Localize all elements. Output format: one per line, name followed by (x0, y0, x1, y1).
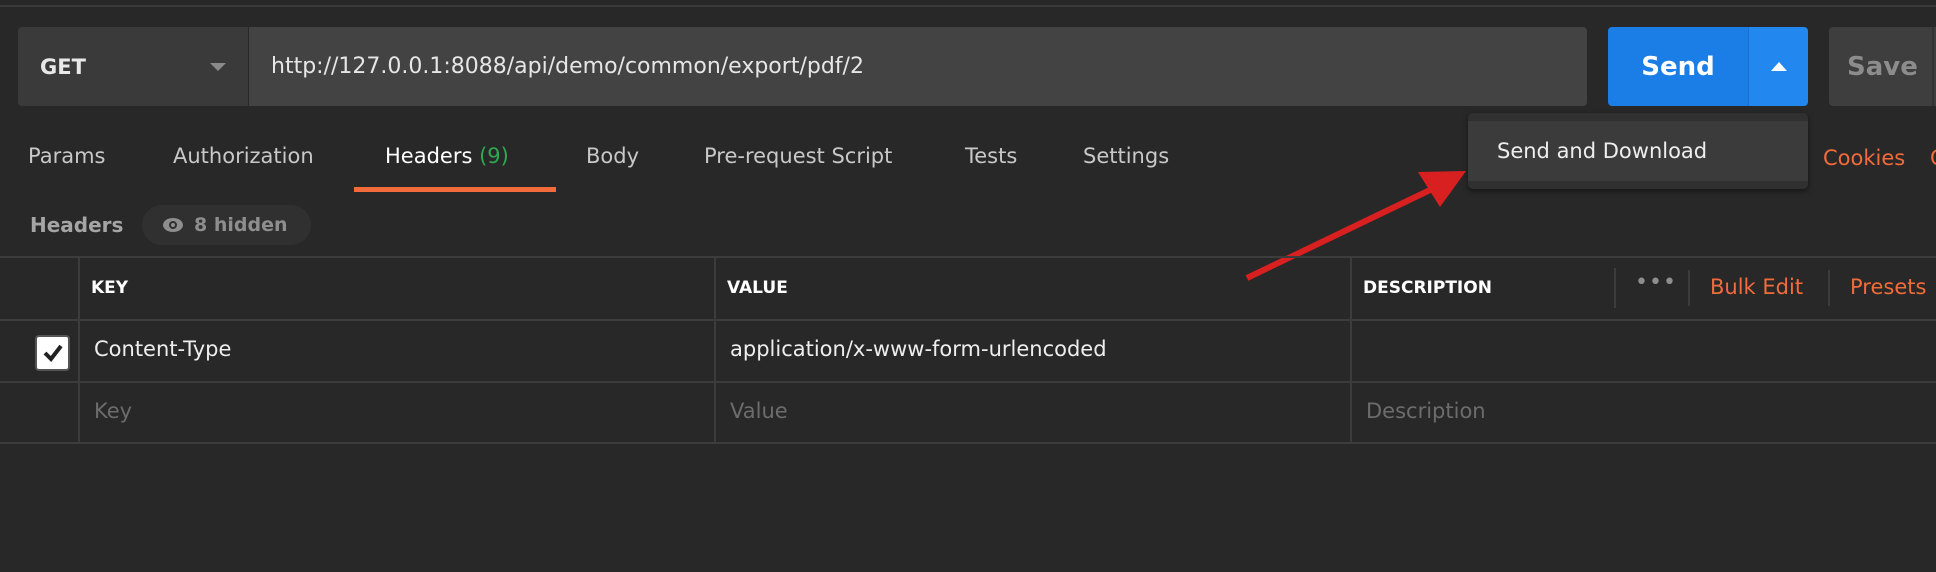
column-header-description: DESCRIPTION (1363, 278, 1492, 298)
col-divider (1350, 257, 1352, 443)
col-divider (714, 257, 716, 443)
col-divider (1828, 270, 1830, 306)
row-divider (0, 381, 1936, 383)
hidden-headers-toggle[interactable]: 8 hidden (142, 205, 311, 245)
col-divider (1688, 270, 1690, 306)
row-divider (0, 319, 1936, 321)
hidden-count: 8 hidden (194, 214, 288, 236)
presets-button[interactable]: Presets (1850, 275, 1926, 299)
eye-icon (163, 218, 183, 232)
header-key[interactable]: Content-Type (94, 337, 231, 361)
column-header-value: VALUE (727, 278, 788, 298)
new-description-input[interactable]: Description (1366, 399, 1486, 423)
table-top-border (0, 256, 1936, 258)
new-key-input[interactable]: Key (94, 399, 132, 423)
new-value-input[interactable]: Value (730, 399, 788, 423)
row-divider (0, 442, 1936, 444)
header-value[interactable]: application/x-www-form-urlencoded (730, 337, 1107, 361)
col-divider (1614, 268, 1616, 308)
row-checkbox[interactable] (35, 335, 70, 371)
col-divider (78, 257, 80, 443)
more-options-button[interactable]: ••• (1635, 270, 1677, 295)
bulk-edit-button[interactable]: Bulk Edit (1710, 275, 1803, 299)
column-header-key: KEY (91, 278, 129, 298)
headers-section-title: Headers (30, 213, 124, 237)
checkmark-icon (43, 344, 63, 363)
